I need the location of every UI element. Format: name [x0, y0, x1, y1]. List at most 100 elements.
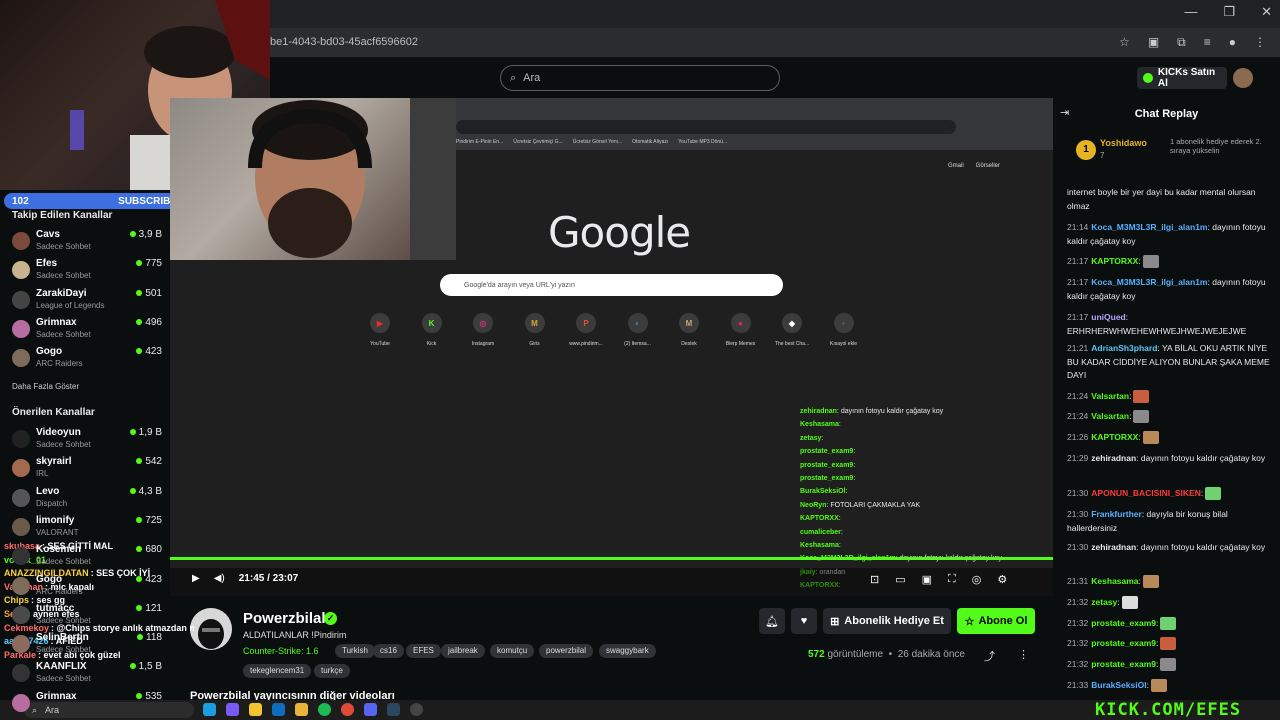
more-options-icon[interactable]: ⋮: [1018, 648, 1029, 661]
chat-username[interactable]: AdrianSh3phard: [1091, 343, 1157, 353]
sidebar-channel-item[interactable]: Grimnax 535: [12, 691, 162, 717]
shortcut-tile[interactable]: ● Blerp Memes: [721, 313, 761, 347]
chat-username[interactable]: uniQued: [1091, 312, 1125, 322]
stream-tag[interactable]: jailbreak: [441, 644, 485, 658]
chat-username[interactable]: KAPTORXX: [1091, 432, 1138, 442]
settings-icon[interactable]: ⚙: [997, 573, 1007, 586]
shortcut-tile[interactable]: + Kısayol ekle: [824, 313, 864, 347]
gmail-link[interactable]: Gmail: [948, 163, 964, 169]
explorer-icon[interactable]: [295, 703, 308, 716]
chat-username[interactable]: prostate_exam9: [1091, 659, 1156, 669]
chat-username[interactable]: zehiradnan: [1091, 542, 1136, 552]
chat-username[interactable]: prostate_exam9: [1091, 638, 1156, 648]
copilot-icon[interactable]: [226, 703, 239, 716]
stream-tag[interactable]: Turkish: [335, 644, 375, 658]
bookmark-item[interactable]: Ücretsiz Görsel Yenı...: [573, 139, 622, 145]
google-search-box[interactable]: Google'da arayın veya URL'yi yazın: [440, 274, 783, 296]
url-text[interactable]: be1-4043-bd03-45acf6596602: [270, 36, 418, 48]
kicks-buy-button[interactable]: KICKs Satın Al: [1137, 67, 1227, 89]
sidebar-channel-item[interactable]: Gogo ARC Raiders 423: [12, 346, 162, 372]
puzzle-icon[interactable]: ⧉: [1177, 35, 1186, 50]
channel-name[interactable]: Powerzbilal: [243, 610, 326, 627]
shortcut-tile[interactable]: ◎ Instagram: [463, 313, 503, 347]
steam-icon[interactable]: [387, 703, 400, 716]
sidebar-channel-item[interactable]: Cavs Sadece Sohbet 3,9 B: [12, 229, 162, 255]
follow-heart-button[interactable]: ♥: [791, 608, 817, 634]
shortcut-tile[interactable]: ◐ (2) Itemsa...: [618, 313, 658, 347]
bookmark-item[interactable]: Ücretsiz Çevrimiçi G...: [513, 139, 562, 145]
leaderboard-user[interactable]: Yoshidawo: [1100, 138, 1147, 148]
chat-username[interactable]: Keshasama: [1091, 576, 1138, 586]
sidebar-channel-item[interactable]: Videoyun Sadece Sohbet 1,9 B: [12, 427, 162, 453]
chat-username[interactable]: Frankfurther: [1091, 509, 1142, 519]
stream-tag[interactable]: powerzbilal: [539, 644, 594, 658]
chat-username[interactable]: APONUN_BACISINI_SIKEN: [1091, 488, 1201, 498]
close-button[interactable]: ✕: [1261, 4, 1272, 20]
sidebar-channel-item[interactable]: limonify VALORANT 725: [12, 515, 162, 541]
star-icon[interactable]: ☆: [1119, 35, 1130, 50]
chat-username[interactable]: zehiradnan: [1091, 453, 1136, 463]
clip-icon[interactable]: ⊡: [870, 573, 879, 586]
sidebar-channel-item[interactable]: Levo Dispatch 4,3 B: [12, 486, 162, 512]
shortcut-tile[interactable]: K Kick: [412, 313, 452, 347]
subscribe-button[interactable]: ☆ Abone Ol: [957, 608, 1035, 634]
chat-username[interactable]: zetasy: [1091, 597, 1117, 607]
stream-tag[interactable]: komutçu: [490, 644, 535, 658]
chat-username[interactable]: prostate_exam9: [1091, 618, 1156, 628]
chat-username[interactable]: Valsartan: [1091, 411, 1129, 421]
fullscreen-icon[interactable]: ⛶: [948, 573, 956, 586]
sidebar-channel-item[interactable]: Gogo ARC Raiders 423: [12, 574, 162, 600]
sidebar-channel-item[interactable]: Grimnax Sadece Sohbet 496: [12, 317, 162, 343]
images-link[interactable]: Görseller: [976, 163, 1000, 169]
theater-icon[interactable]: ▭: [895, 573, 905, 586]
sidebar-channel-item[interactable]: Kosemen Sadece Sohbet 680: [12, 544, 162, 570]
shortcut-tile[interactable]: ◆ The best Cha...: [772, 313, 812, 347]
discord-icon[interactable]: [364, 703, 377, 716]
sidebar-channel-item[interactable]: tutmacc Sadece Sohbet 121: [12, 603, 162, 629]
maximize-button[interactable]: ❐: [1223, 4, 1235, 20]
notification-bell-button[interactable]: 🔔︎: [759, 608, 785, 634]
chat-username[interactable]: Koca_M3M3L3R_ilgi_alan1m: [1091, 222, 1207, 232]
edge-icon[interactable]: [203, 703, 216, 716]
stream-tag[interactable]: cs16: [373, 644, 404, 658]
playlist-icon[interactable]: ≡: [1204, 35, 1211, 50]
stream-tag[interactable]: swaggybark: [599, 644, 656, 658]
shortcut-tile[interactable]: M Giris: [515, 313, 555, 347]
chrome-icon[interactable]: [341, 703, 354, 716]
chat-username[interactable]: Valsartan: [1091, 391, 1129, 401]
sidebar-channel-item[interactable]: Efes Sadece Sohbet 775: [12, 258, 162, 284]
shortcut-tile[interactable]: ▶ YouTube: [360, 313, 400, 347]
volume-icon[interactable]: ◀): [214, 573, 225, 584]
stream-tag[interactable]: turkçe: [314, 664, 350, 678]
search-input[interactable]: ⌕ Ara: [500, 65, 780, 91]
bookmark-item[interactable]: Otomatik Altyazı: [632, 139, 668, 145]
chat-username[interactable]: BurakSeksiOl: [1091, 680, 1146, 690]
show-more-link[interactable]: Daha Fazla Göster: [12, 382, 79, 391]
chat-username[interactable]: Koca_M3M3L3R_ilgi_alan1m: [1091, 277, 1207, 287]
sidebar-channel-item[interactable]: skyrairl IRL 542: [12, 456, 162, 482]
sidebar-channel-item[interactable]: ZarakiDayi League of Legends 501: [12, 288, 162, 314]
mail-icon[interactable]: [272, 703, 285, 716]
pip-icon[interactable]: ▣: [922, 573, 932, 586]
video-progress-bar[interactable]: [170, 557, 1053, 560]
gift-subscription-button[interactable]: ⊞ Abonelik Hediye Et: [823, 608, 951, 634]
menu-icon[interactable]: ⋮: [1254, 35, 1266, 50]
obs-icon[interactable]: [410, 703, 423, 716]
stream-tag[interactable]: EFES: [406, 644, 441, 658]
shortcut-tile[interactable]: Pwww.pindirim...: [566, 313, 606, 347]
game-category[interactable]: Counter-Strike: 1.6: [243, 646, 319, 656]
sidebar-channel-item[interactable]: SelinBertin Sadece Sohbet 118: [12, 632, 162, 658]
extension-icon[interactable]: ▣: [1148, 35, 1159, 50]
chat-username[interactable]: KAPTORXX: [1091, 256, 1138, 266]
speed-icon[interactable]: ◎: [972, 573, 982, 586]
sidebar-channel-item[interactable]: KAANFLIX Sadece Sohbet 1,5 B: [12, 661, 162, 687]
channel-avatar[interactable]: [190, 608, 232, 650]
bookmark-item[interactable]: YouTube MP3 Dönü...: [678, 139, 727, 145]
bookmark-item[interactable]: Pindirim E-Pinin En...: [456, 139, 503, 145]
user-avatar[interactable]: [1233, 68, 1253, 88]
store-icon[interactable]: [249, 703, 262, 716]
minimize-button[interactable]: —: [1184, 4, 1197, 20]
spotify-icon[interactable]: [318, 703, 331, 716]
shortcut-tile[interactable]: M Destek: [669, 313, 709, 347]
stream-tag[interactable]: tekeglencem31: [243, 664, 312, 678]
